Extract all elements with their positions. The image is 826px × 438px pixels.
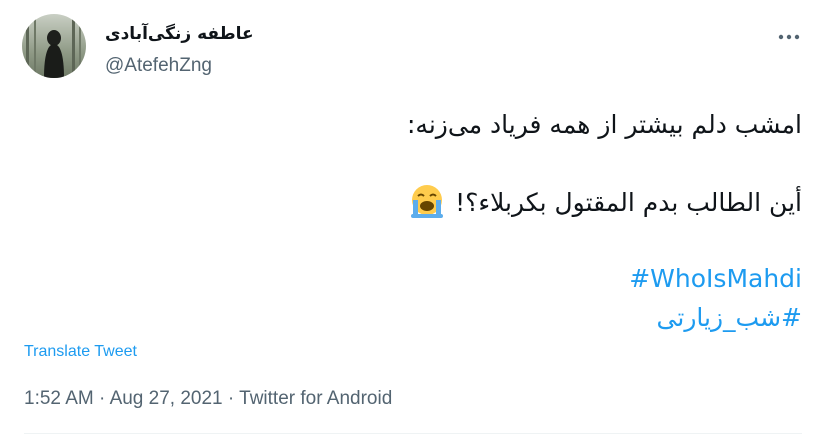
hashtag-link-1[interactable]: #WhoIsMahdi [629,264,802,293]
author-display-name[interactable]: عاطفه زنگی‌آبادی [105,24,254,44]
tweet-text-line-2: أين الطالب بدم المقتول بكربلاء؟! [409,184,802,224]
more-options-button[interactable] [776,24,802,50]
divider [24,433,802,434]
meta-separator: · [99,388,106,409]
more-dots-icon [778,34,800,40]
avatar-image [22,14,86,78]
tweet-text-line-2-text: أين الطالب بدم المقتول بكربلاء؟! [455,188,802,217]
tweet-text-line-1: امشب دلم بیشتر از همه فریاد می‌زنه: [407,110,802,139]
tweet-date[interactable]: Aug 27, 2021 [110,388,223,409]
author-handle[interactable]: @AtefehZng [105,55,212,77]
translate-tweet-link[interactable]: Translate Tweet [24,343,137,361]
loudly-crying-face-icon [409,184,445,224]
tweet-card: عاطفه زنگی‌آبادی @AtefehZng امشب دلم بیش… [0,0,826,438]
hashtag-link-2[interactable]: #شب_زیارتی [657,303,802,332]
avatar[interactable] [22,14,86,78]
tweet-metadata: 1:52 AM · Aug 27, 2021 · Twitter for And… [24,388,392,410]
meta-separator: · [227,388,235,409]
tweet-time[interactable]: 1:52 AM [24,388,94,409]
tweet-source[interactable]: Twitter for Android [239,388,392,409]
